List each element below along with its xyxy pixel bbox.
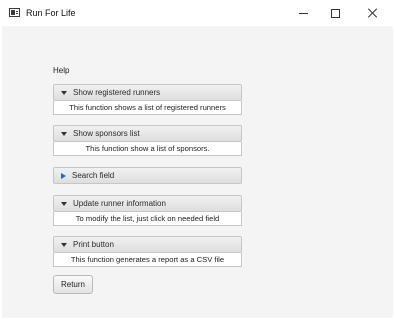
- pane-header-sponsors-list[interactable]: Show sponsors list: [53, 125, 242, 142]
- pane-header-search-field[interactable]: Search field: [53, 167, 242, 184]
- pane-content-registered-runners: This function shows a list of registered…: [53, 101, 242, 115]
- pane-print-button: Print button This function generates a r…: [53, 236, 242, 267]
- pane-header-print-button[interactable]: Print button: [53, 236, 242, 253]
- pane-header-label: Print button: [73, 240, 114, 249]
- pane-header-update-runner-information[interactable]: Update runner information: [53, 195, 242, 212]
- pane-content-sponsors-list: This function show a list of sponsors.: [53, 142, 242, 156]
- app-window-icon: [9, 8, 20, 17]
- pane-search-field: Search field: [53, 167, 242, 184]
- help-label: Help: [53, 66, 70, 75]
- triangle-down-icon: [61, 131, 67, 136]
- triangle-right-icon: [61, 172, 66, 179]
- triangle-down-icon: [61, 242, 67, 247]
- minimize-icon: [298, 12, 308, 14]
- pane-content-print-button: This function generates a report as a CS…: [53, 253, 242, 267]
- triangle-down-icon: [61, 90, 67, 95]
- close-button[interactable]: [357, 0, 387, 26]
- pane-update-runner-information: Update runner information To modify the …: [53, 195, 242, 226]
- pane-registered-runners: Show registered runners This function sh…: [53, 84, 242, 115]
- title-bar: Run For Life: [0, 0, 395, 26]
- close-icon: [367, 8, 377, 18]
- window-content: Help Show registered runners This functi…: [2, 26, 393, 318]
- maximize-icon: [330, 8, 340, 18]
- pane-sponsors-list: Show sponsors list This function show a …: [53, 125, 242, 156]
- pane-header-label: Show registered runners: [73, 88, 161, 97]
- pane-header-label: Update runner information: [73, 199, 166, 208]
- pane-header-registered-runners[interactable]: Show registered runners: [53, 84, 242, 101]
- return-button[interactable]: Return: [53, 275, 93, 294]
- triangle-down-icon: [61, 201, 67, 206]
- maximize-button[interactable]: [320, 0, 350, 26]
- window-title: Run For Life: [26, 8, 76, 18]
- pane-header-label: Search field: [72, 171, 115, 180]
- pane-content-update-runner-information: To modify the list, just click on needed…: [53, 212, 242, 226]
- pane-header-label: Show sponsors list: [73, 129, 140, 138]
- minimize-button[interactable]: [288, 0, 318, 26]
